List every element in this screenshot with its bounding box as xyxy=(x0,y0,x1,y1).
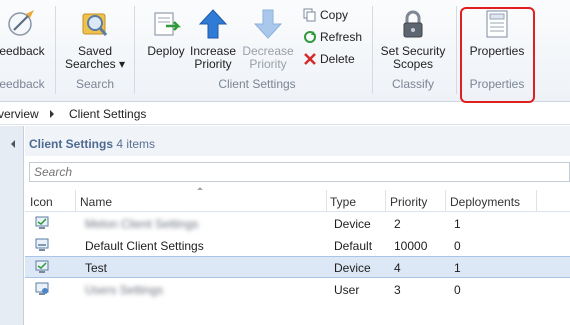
classify-group-label: Classify xyxy=(391,77,434,91)
saved-search-icon xyxy=(82,13,108,36)
refresh-button[interactable]: Refresh xyxy=(303,28,369,48)
column-header-type[interactable]: Type xyxy=(330,195,356,209)
breadcrumb-client-settings[interactable]: Client Settings xyxy=(69,107,146,121)
feedback-button[interactable]: eedback xyxy=(0,2,48,72)
row-type: Default xyxy=(334,239,373,253)
row-deployments: 1 xyxy=(454,261,461,275)
refresh-label: Refresh xyxy=(320,30,363,44)
feedback-group-label: eedback xyxy=(0,77,45,91)
row-name: Default Client Settings xyxy=(85,239,204,253)
feedback-label: eedback xyxy=(0,44,45,58)
deploy-icon xyxy=(154,12,182,36)
set-security-scopes-button[interactable]: Set Security Scopes xyxy=(377,2,449,72)
row-type: User xyxy=(334,283,360,297)
column-header-icon[interactable]: Icon xyxy=(30,195,53,209)
column-divider[interactable] xyxy=(75,190,76,212)
refresh-icon xyxy=(304,31,316,43)
row-type: Device xyxy=(334,217,371,231)
row-priority: 4 xyxy=(394,261,401,275)
row-type: Device xyxy=(334,261,371,275)
delete-icon xyxy=(304,53,316,65)
delete-button[interactable]: Delete xyxy=(303,50,369,70)
row-priority: 2 xyxy=(394,217,401,231)
search-box[interactable] xyxy=(29,162,570,182)
increase-priority-label-line2: Priority xyxy=(194,57,232,71)
group-divider xyxy=(456,6,457,94)
breadcrumb: verview Client Settings xyxy=(0,103,570,125)
down-arrow-icon xyxy=(253,9,283,39)
group-divider xyxy=(372,6,373,94)
decrease-priority-button[interactable]: Decrease Priority xyxy=(241,2,295,72)
panel-title: Client Settings xyxy=(29,137,114,151)
row-priority: 3 xyxy=(394,283,401,297)
panel-header: Client Settings 4 items xyxy=(25,126,570,156)
copy-icon xyxy=(303,8,316,22)
client-settings-icon xyxy=(35,260,49,273)
copy-button[interactable]: Copy xyxy=(303,6,369,26)
client-settings-group-label: Client Settings xyxy=(218,77,296,91)
column-divider[interactable] xyxy=(326,190,327,212)
item-count: 4 items xyxy=(116,137,156,151)
deploy-label: Deploy xyxy=(147,44,185,58)
search-group-label: Search xyxy=(75,77,115,91)
row-name: Users Settings xyxy=(85,283,164,297)
row-name: Test xyxy=(85,261,108,275)
breadcrumb-overview[interactable]: verview xyxy=(0,107,39,121)
column-header-priority[interactable]: Priority xyxy=(390,195,427,209)
saved-searches-button[interactable]: Saved Searches ▾ xyxy=(62,2,128,72)
properties-highlight-box xyxy=(460,7,535,103)
column-divider[interactable] xyxy=(536,190,537,212)
table-row-selected[interactable]: Test Device 4 1 xyxy=(25,256,570,278)
table-row[interactable]: Users Settings User 3 0 xyxy=(25,279,570,301)
delete-label: Delete xyxy=(320,52,355,66)
breadcrumb-separator-icon xyxy=(50,110,54,118)
set-security-label-line2: Scopes xyxy=(392,57,434,71)
row-name: Melon Client Settings xyxy=(85,217,199,231)
increase-priority-button[interactable]: Increase Priority xyxy=(189,2,237,72)
client-settings-icon xyxy=(35,238,49,251)
row-deployments: 0 xyxy=(454,239,461,253)
copy-label: Copy xyxy=(320,8,349,22)
search-input[interactable] xyxy=(30,163,569,181)
row-deployments: 1 xyxy=(454,217,461,231)
group-divider xyxy=(134,6,135,94)
collapse-chevron-icon[interactable] xyxy=(11,140,15,148)
column-divider[interactable] xyxy=(445,190,446,212)
client-settings-icon xyxy=(35,216,49,229)
row-priority: 10000 xyxy=(394,239,428,253)
navigation-collapse-strip[interactable] xyxy=(0,126,24,325)
column-header-name[interactable]: Name xyxy=(80,195,112,209)
saved-searches-label-line2: Searches ▾ xyxy=(64,57,126,71)
table-header: Icon Name Type Priority Deployments xyxy=(25,190,570,212)
row-deployments: 0 xyxy=(454,283,461,297)
lock-icon xyxy=(403,10,423,38)
user-client-settings-icon xyxy=(35,282,49,295)
decrease-priority-label-line2: Priority xyxy=(249,57,287,71)
column-divider[interactable] xyxy=(385,190,386,212)
deploy-button[interactable]: Deploy xyxy=(142,2,190,72)
feedback-icon xyxy=(8,10,34,36)
table-row[interactable]: Melon Client Settings Device 2 1 xyxy=(25,213,570,235)
table-row[interactable]: Default Client Settings Default 10000 0 xyxy=(25,235,570,257)
group-divider xyxy=(55,6,56,94)
column-header-deployments[interactable]: Deployments xyxy=(450,195,520,209)
up-arrow-icon xyxy=(198,9,228,39)
